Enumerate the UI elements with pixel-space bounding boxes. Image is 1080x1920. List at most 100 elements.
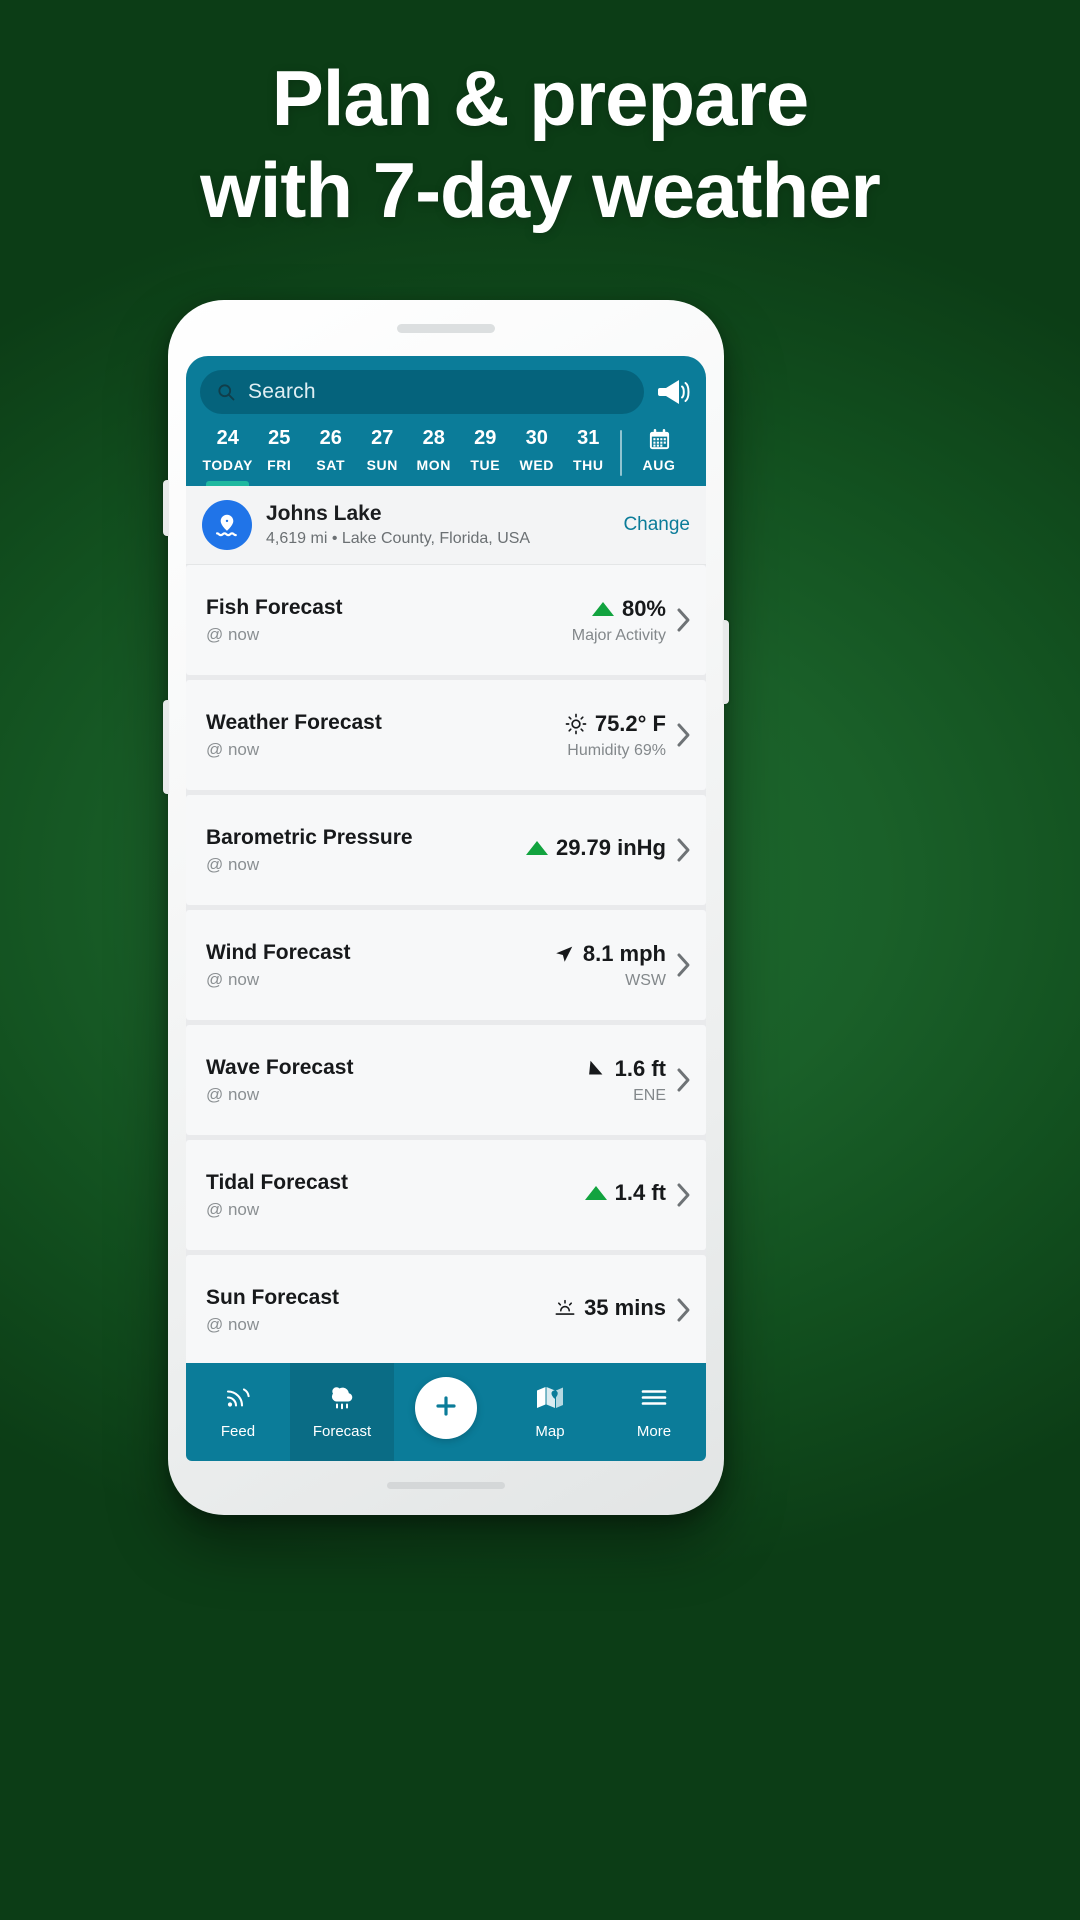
list-item-tidal-forecast[interactable]: Tidal Forecast @ now 1.4 ft — [186, 1140, 706, 1250]
card-title: Wind Forecast — [206, 940, 351, 964]
date-tab-30[interactable]: 30 WED — [511, 428, 563, 486]
bottom-navigation: Feed Forecast Map More — [186, 1363, 706, 1461]
date-label: SUN — [366, 457, 398, 473]
card-value-group: 8.1 mph WSW — [553, 941, 666, 990]
date-tab-29[interactable]: 29 TUE — [460, 428, 512, 486]
card-time: @ now — [206, 1200, 260, 1220]
card-value-group: 1.4 ft — [584, 1180, 666, 1211]
sunset-icon — [554, 1297, 576, 1319]
date-tab-31[interactable]: 31 THU — [563, 428, 615, 486]
location-pin-water-icon — [202, 500, 252, 550]
date-number: 27 — [371, 427, 394, 449]
search-row: Search — [200, 370, 692, 414]
date-tab-28[interactable]: 28 MON — [408, 428, 460, 486]
nav-item-feed[interactable]: Feed — [186, 1363, 290, 1461]
plus-icon — [431, 1391, 461, 1426]
date-label: TUE — [470, 457, 501, 473]
search-input[interactable]: Search — [200, 370, 644, 414]
card-title: Barometric Pressure — [206, 825, 413, 849]
card-text: Barometric Pressure @ now — [206, 825, 526, 875]
date-label: MON — [416, 457, 451, 473]
chevron-right-icon[interactable] — [676, 1067, 692, 1093]
triangle-up-icon — [584, 1185, 607, 1200]
card-value-group: 80% Major Activity — [572, 596, 666, 645]
nav-item-forecast[interactable]: Forecast — [290, 1363, 394, 1461]
card-text: Wind Forecast @ now — [206, 940, 553, 990]
card-title: Tidal Forecast — [206, 1170, 348, 1194]
nav-item-label: Feed — [220, 1423, 256, 1440]
date-strip-divider — [620, 430, 622, 476]
phone-home-indicator — [387, 1482, 505, 1489]
nav-item-label: More — [636, 1423, 672, 1440]
triangle-up-icon — [591, 601, 614, 616]
megaphone-icon[interactable] — [656, 377, 690, 407]
list-item-sun-forecast[interactable]: Sun Forecast @ now 35 mins — [186, 1255, 706, 1363]
chevron-right-icon[interactable] — [676, 607, 692, 633]
card-value-group: 75.2° F Humidity 69% — [565, 711, 666, 760]
card-text: Weather Forecast @ now — [206, 710, 565, 760]
card-time: @ now — [206, 625, 260, 645]
date-label: THU — [572, 457, 604, 473]
month-picker-button[interactable]: AUG — [628, 428, 690, 486]
date-label: SAT — [316, 457, 346, 473]
feed-icon — [223, 1384, 253, 1416]
card-time: @ now — [206, 1315, 260, 1335]
card-title: Fish Forecast — [206, 595, 343, 619]
card-value-group: 35 mins — [554, 1295, 666, 1326]
card-time: @ now — [206, 740, 260, 760]
month-label: AUG — [642, 457, 676, 473]
date-strip[interactable]: 24 TODAY 25 FRI 26 SAT 27 SUN 28 MON 29 … — [200, 414, 692, 486]
location-subtitle: 4,619 mi • Lake County, Florida, USA — [266, 530, 531, 548]
list-item-fish-forecast[interactable]: Fish Forecast @ now 80% Major Activity — [186, 565, 706, 675]
card-time: @ now — [206, 1085, 260, 1105]
app-bar: Search 24 TODAY 25 FRI 26 SAT 27 SUN 28 … — [186, 356, 706, 486]
nav-item-label: Forecast — [312, 1423, 372, 1440]
list-item-barometric-pressure[interactable]: Barometric Pressure @ now 29.79 inHg — [186, 795, 706, 905]
list-item-wave-forecast[interactable]: Wave Forecast @ now 1.6 ft ENE — [186, 1025, 706, 1135]
list-item-weather-forecast[interactable]: Weather Forecast @ now 75.2° F Humidity … — [186, 680, 706, 790]
card-value: 1.6 ft — [614, 1055, 666, 1081]
card-title: Wave Forecast — [206, 1055, 354, 1079]
wave-arrow-icon — [585, 1058, 607, 1080]
date-tab-27[interactable]: 27 SUN — [357, 428, 409, 486]
card-value-sub: Major Activity — [571, 626, 666, 644]
promo-headline-line2: with 7-day weather — [200, 146, 881, 235]
date-label: TODAY — [202, 457, 253, 473]
card-text: Fish Forecast @ now — [206, 595, 572, 645]
change-location-button[interactable]: Change — [623, 514, 690, 536]
date-number: 25 — [268, 427, 291, 449]
hamburger-icon — [639, 1384, 669, 1416]
map-icon — [535, 1384, 565, 1416]
card-value-group: 29.79 inHg — [525, 835, 666, 866]
location-row[interactable]: Johns Lake 4,619 mi • Lake County, Flori… — [186, 486, 706, 565]
date-tab-25[interactable]: 25 FRI — [254, 428, 306, 486]
nav-item-more[interactable]: More — [602, 1363, 706, 1461]
date-tab-24[interactable]: 24 TODAY — [202, 428, 254, 486]
card-value-sub: WSW — [625, 971, 666, 989]
location-name: Johns Lake — [266, 501, 382, 525]
triangle-up-icon — [525, 840, 548, 855]
card-value-sub: ENE — [633, 1086, 666, 1104]
forecast-list[interactable]: Fish Forecast @ now 80% Major Activity W… — [186, 565, 706, 1363]
chevron-right-icon[interactable] — [676, 952, 692, 978]
card-value: 75.2° F — [594, 710, 666, 736]
add-button[interactable] — [415, 1377, 477, 1439]
promo-headline: Plan & prepare with 7-day weather — [0, 52, 1080, 236]
date-number: 24 — [216, 427, 239, 449]
date-tab-26[interactable]: 26 SAT — [305, 428, 357, 486]
chevron-right-icon[interactable] — [676, 722, 692, 748]
date-selected-underline — [206, 481, 250, 486]
list-item-wind-forecast[interactable]: Wind Forecast @ now 8.1 mph WSW — [186, 910, 706, 1020]
date-label: FRI — [267, 457, 292, 473]
chevron-right-icon[interactable] — [676, 837, 692, 863]
date-label: WED — [519, 457, 554, 473]
calendar-icon — [648, 428, 671, 450]
chevron-right-icon[interactable] — [676, 1297, 692, 1323]
date-number: 26 — [319, 427, 342, 449]
phone-earpiece — [397, 324, 495, 333]
chevron-right-icon[interactable] — [676, 1182, 692, 1208]
forecast-cloud-icon — [327, 1384, 357, 1416]
card-value-sub: Humidity 69% — [567, 741, 666, 759]
phone-volume-down-button — [163, 700, 169, 794]
nav-item-map[interactable]: Map — [498, 1363, 602, 1461]
